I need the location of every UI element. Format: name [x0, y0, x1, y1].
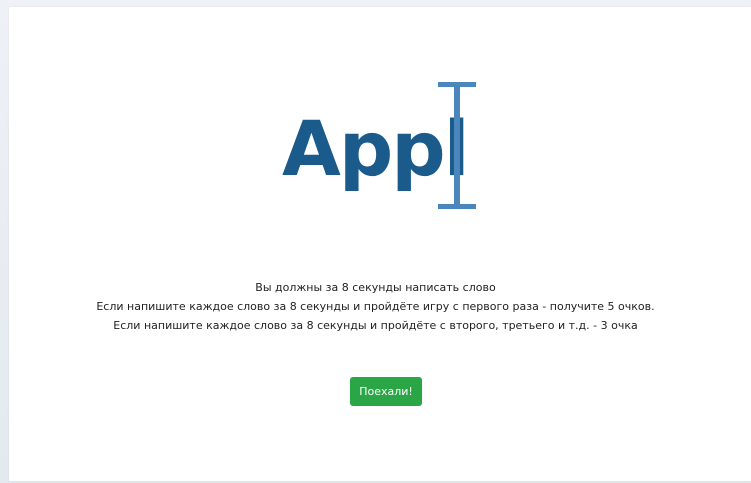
instruction-line-1: Вы должны за 8 секунды написать слово: [255, 281, 496, 294]
app-logo-graphic: Appl: [282, 82, 476, 209]
start-game-button[interactable]: Поехали!: [350, 377, 422, 406]
instruction-line-2: Если напишите каждое слово за 8 секунды …: [96, 300, 655, 313]
content-card: [9, 7, 751, 481]
app-logo: Appl: [280, 82, 480, 210]
game-instructions: Вы должны за 8 секунды написать слово Ес…: [0, 278, 751, 335]
logo-wordmark: Appl: [282, 104, 468, 193]
instruction-line-3: Если напишите каждое слово за 8 секунды …: [113, 319, 638, 332]
